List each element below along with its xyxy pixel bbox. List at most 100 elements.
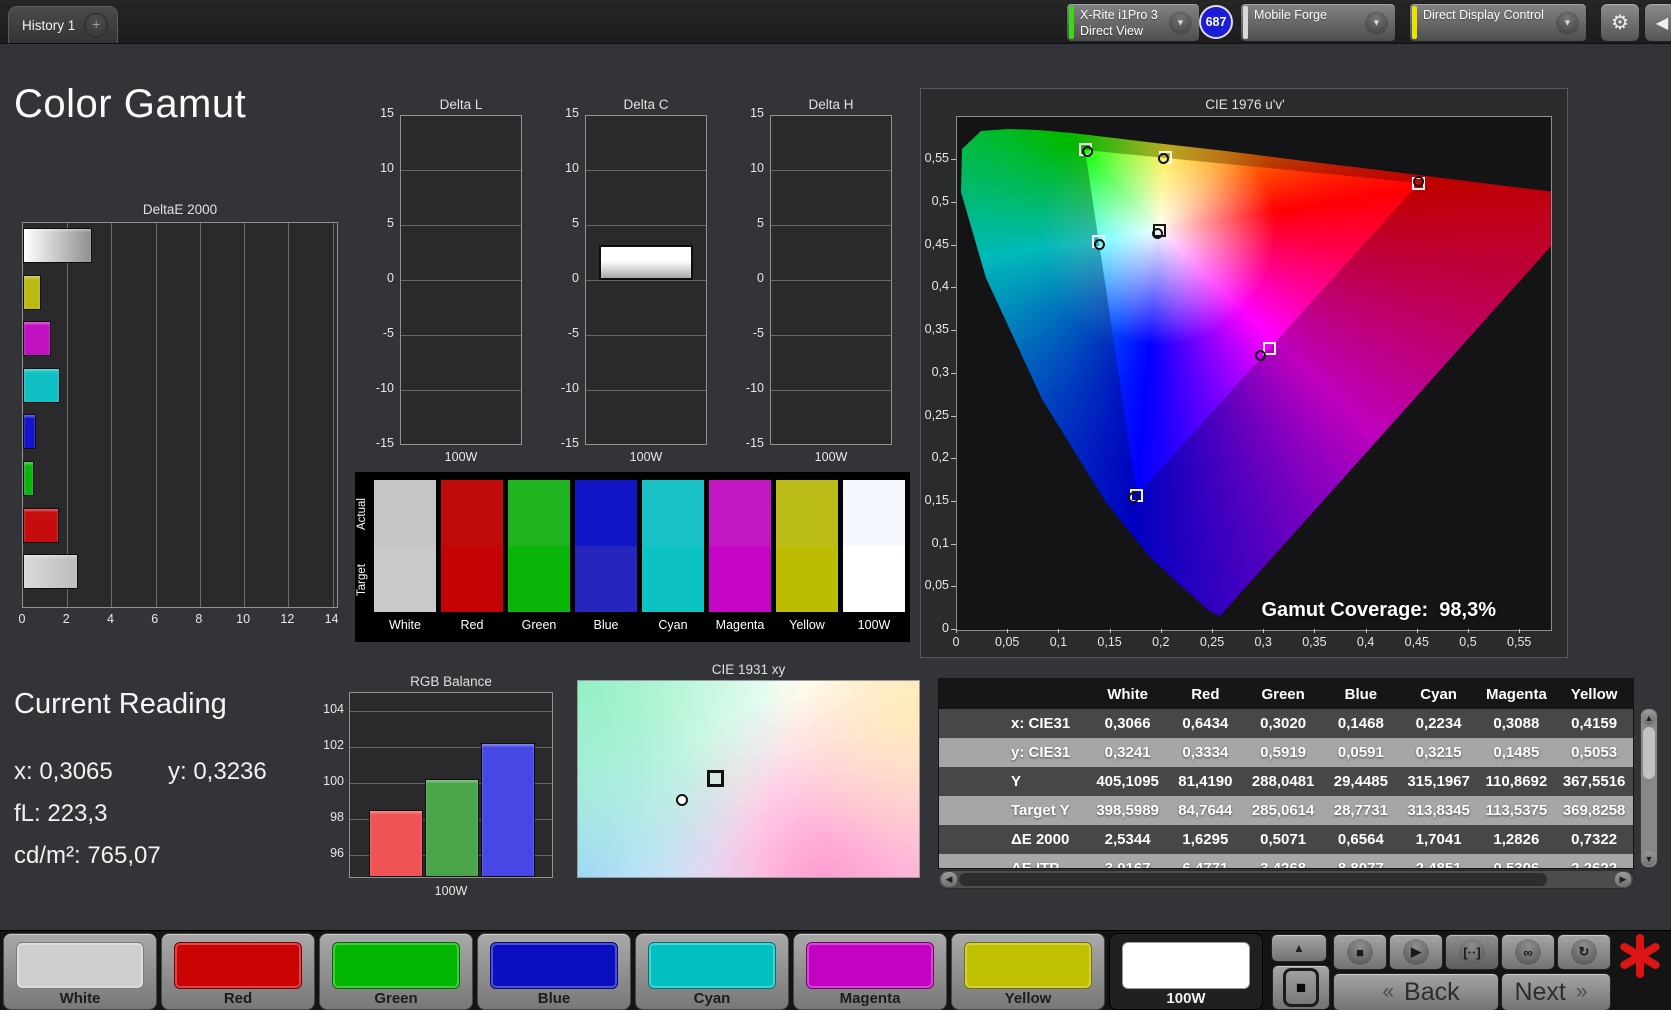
table-cell: 367,5516: [1562, 773, 1626, 790]
scrollbar-thumb[interactable]: [959, 873, 1547, 886]
chevron-down-icon: ▼: [1365, 11, 1388, 34]
refresh-icon: ↻: [1571, 939, 1597, 965]
tab-history-1[interactable]: History 1: [22, 18, 75, 33]
scroll-down-icon[interactable]: ▼: [1642, 851, 1656, 866]
history-tab-group: History 1 +: [8, 6, 119, 43]
swatch-label: White: [389, 618, 421, 632]
scroll-up-icon[interactable]: ▲: [1642, 710, 1656, 725]
y-tick-label: 0,25: [924, 407, 949, 422]
range-icon: [··]: [1459, 939, 1485, 965]
collapse-panel-button[interactable]: ◀: [1644, 3, 1671, 42]
y-tick-label: 10: [750, 161, 764, 175]
pattern-label: Blue: [537, 990, 571, 1007]
cie1931-chart: [577, 680, 920, 878]
play-button[interactable]: ▶: [1389, 934, 1443, 970]
x-tick-label: 4: [106, 612, 114, 626]
scroll-left-icon[interactable]: ◀: [941, 872, 957, 887]
tick: [1263, 629, 1265, 633]
table-cell: 3,0167: [1104, 860, 1151, 869]
x-tick-label: 0,2: [1152, 635, 1170, 649]
y-tick-label: 15: [565, 106, 579, 120]
top-bar: History 1 + X-Rite i1Pro 3 Direct View ▼…: [0, 0, 1671, 44]
source-dropdown[interactable]: Mobile Forge ▼: [1240, 3, 1396, 42]
table-cell: 0,6434: [1182, 715, 1229, 732]
gridline: [288, 223, 290, 607]
table-cell: 0,5919: [1260, 744, 1307, 761]
pattern-chip: [490, 942, 618, 989]
gridline: [401, 225, 521, 226]
app-logo-asterisk-icon: [1620, 934, 1660, 978]
back-button[interactable]: « Back: [1333, 973, 1499, 1010]
add-tab-button[interactable]: +: [84, 13, 109, 37]
cie1976-title: CIE 1976 u'v': [1205, 97, 1285, 112]
pattern-button-cyan[interactable]: Cyan: [635, 933, 789, 1010]
pattern-label: Magenta: [839, 990, 901, 1007]
actual-swatch: [776, 480, 838, 546]
pattern-button-100w[interactable]: 100W: [1109, 933, 1263, 1010]
pattern-window-up-button[interactable]: ▲: [1271, 934, 1327, 962]
x-tick-label: 0,05: [995, 635, 1020, 649]
swatch-label: Yellow: [789, 618, 825, 632]
settings-button[interactable]: ⚙: [1600, 3, 1640, 42]
y-tick-label: 98: [330, 810, 344, 824]
display-control-dropdown[interactable]: Direct Display Control ▼: [1409, 3, 1587, 42]
measured-marker-blue: [1127, 491, 1139, 503]
table-cell: 0,3334: [1182, 744, 1229, 761]
pattern-button-magenta[interactable]: Magenta: [793, 933, 947, 1010]
x-tick-label: 0,15: [1097, 635, 1122, 649]
target-swatch: [642, 546, 704, 612]
table-vertical-scrollbar[interactable]: ▲ ▼: [1640, 708, 1658, 868]
target-row-label: Target: [356, 564, 368, 596]
tick: [1468, 629, 1469, 633]
cie1976-chart: Gamut Coverage: 98,3%: [956, 116, 1552, 631]
range-button[interactable]: [··]: [1445, 934, 1499, 970]
gridline: [244, 223, 246, 607]
pattern-button-white[interactable]: White: [3, 933, 157, 1010]
table-horizontal-scrollbar[interactable]: ◀ ▶: [938, 870, 1634, 889]
pattern-button-red[interactable]: Red: [161, 933, 315, 1010]
chevrons-right-icon: »: [1575, 980, 1588, 1003]
table-cell: 0,4159: [1571, 715, 1618, 732]
next-button[interactable]: Next »: [1501, 973, 1611, 1010]
table-cell: 84,7644: [1178, 802, 1233, 819]
table-cell: 1,7041: [1415, 831, 1462, 848]
y-tick-label: -10: [560, 381, 579, 395]
tick: [1314, 629, 1316, 633]
meter-dropdown[interactable]: X-Rite i1Pro 3 Direct View ▼: [1066, 3, 1200, 42]
tick: [951, 159, 956, 161]
pattern-window-button[interactable]: ■: [1272, 965, 1330, 1010]
measurement-table: White Red Green Blue Cyan Magenta Yellow x: CIE…: [938, 678, 1634, 869]
target-swatch: [709, 546, 771, 612]
table-cell: 1,2826: [1493, 831, 1540, 848]
measured-marker-red: [1412, 176, 1424, 188]
deltae-bar-white: [23, 554, 79, 590]
actual-swatch: [575, 480, 637, 546]
pattern-button-green[interactable]: Green: [319, 933, 473, 1010]
actual-row-label: Actual: [356, 498, 368, 530]
pattern-chip: [174, 942, 302, 989]
pattern-button-blue[interactable]: Blue: [477, 933, 631, 1010]
tick: [951, 244, 956, 246]
pattern-label: Cyan: [693, 990, 731, 1007]
deltae-bar-blue: [23, 414, 37, 450]
stop-button[interactable]: ■: [1333, 934, 1387, 970]
tick: [956, 629, 957, 633]
loop-button[interactable]: ∞: [1501, 934, 1555, 970]
scrollbar-thumb[interactable]: [1643, 727, 1655, 779]
y-tick-label: 10: [380, 161, 394, 175]
gridline: [401, 280, 521, 281]
page-title: Color Gamut: [14, 82, 247, 126]
gridline: [111, 223, 113, 607]
refresh-button[interactable]: ↻: [1557, 934, 1611, 970]
y-tick-label: 0: [387, 271, 394, 285]
pattern-button-yellow[interactable]: Yellow: [951, 933, 1105, 1010]
scroll-right-icon[interactable]: ▶: [1615, 872, 1631, 887]
table-cell: 110,8692: [1485, 773, 1548, 790]
rgb-bar-red: [369, 810, 423, 877]
deltae-bar-cyan: [23, 367, 60, 403]
deltae-bar-100w: [23, 228, 92, 263]
table-row: Target Y 398,5989 84,7644 285,0614 28,7731 31…: [939, 796, 1633, 825]
table-cell: 0,5071: [1260, 831, 1307, 848]
x-tick-label: 0,45: [1404, 635, 1429, 649]
reading-y: y: 0,3236: [168, 758, 267, 785]
